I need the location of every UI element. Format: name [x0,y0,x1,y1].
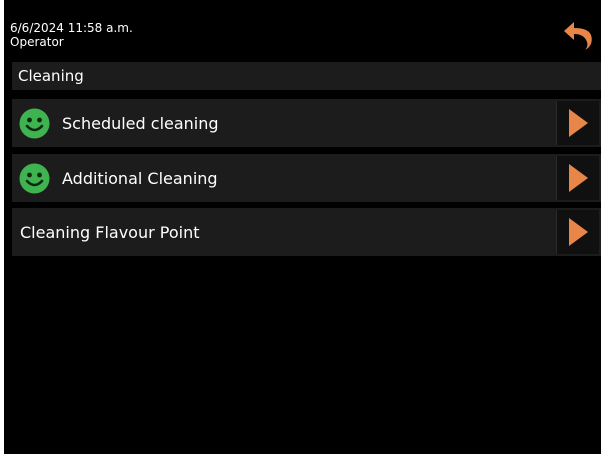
back-arrow-icon [564,22,592,50]
play-arrow-icon [569,164,588,192]
section-title: Cleaning [18,67,84,85]
menu-item-label: Additional Cleaning [62,168,218,188]
play-arrow-icon [569,218,588,246]
play-arrow-icon [569,109,588,137]
datetime-text: 6/6/2024 11:58 a.m. [10,21,133,35]
menu-item-label: Scheduled cleaning [62,113,219,133]
menu-item-cleaning-flavour-point[interactable]: Cleaning Flavour Point [12,208,601,256]
back-button[interactable] [559,18,597,52]
user-role-text: Operator [10,35,64,49]
menu-item-label: Cleaning Flavour Point [20,222,200,242]
screen: 6/6/2024 11:58 a.m. Operator Cleaning Sc… [4,0,601,454]
menu-item-scheduled-cleaning[interactable]: Scheduled cleaning [12,99,601,147]
open-scheduled-cleaning-button[interactable] [556,101,599,145]
smiley-icon [19,108,50,138]
menu-item-additional-cleaning[interactable]: Additional Cleaning [12,154,601,202]
smiley-icon [19,163,50,193]
open-cleaning-flavour-point-button[interactable] [556,210,599,254]
open-additional-cleaning-button[interactable] [556,156,599,200]
status-area: 6/6/2024 11:58 a.m. Operator [10,21,133,49]
section-header: Cleaning [12,62,601,90]
